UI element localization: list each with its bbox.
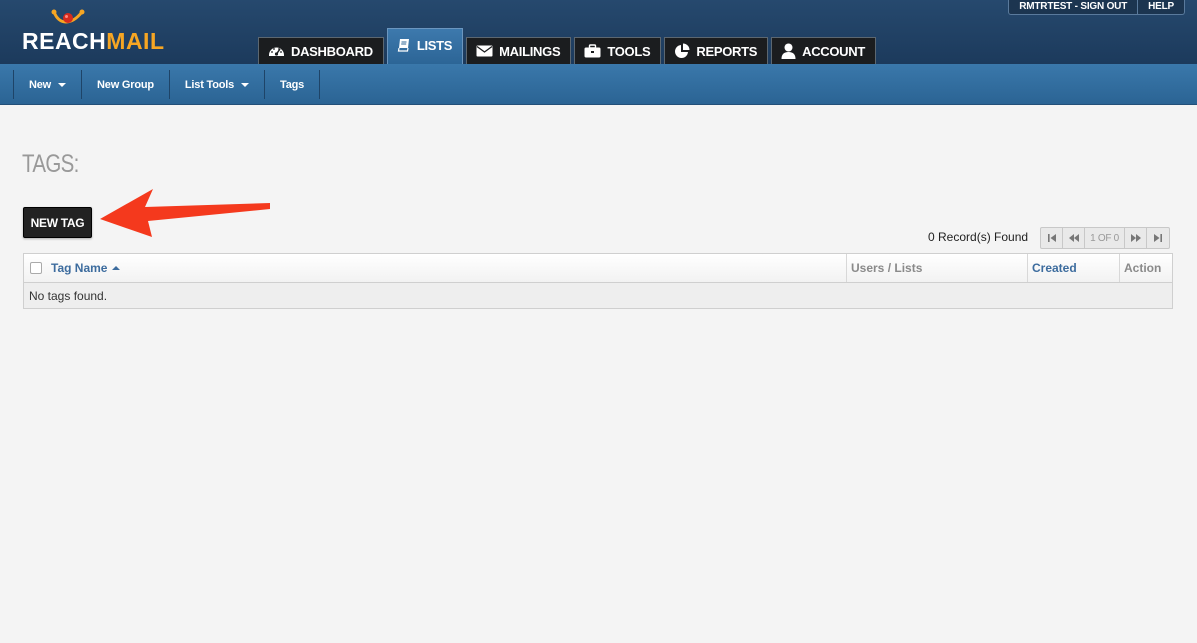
new-tag-button[interactable]: NEW TAG bbox=[23, 207, 92, 238]
next-page-button[interactable] bbox=[1125, 228, 1147, 248]
tab-tools[interactable]: TOOLS bbox=[574, 37, 662, 64]
last-page-icon bbox=[1154, 234, 1162, 242]
book-icon bbox=[397, 39, 409, 52]
record-count: 0 Record(s) Found bbox=[928, 230, 1029, 244]
column-tag-name-label: Tag Name bbox=[51, 261, 108, 275]
logo-reach-text: REACH bbox=[22, 28, 107, 54]
subnav-new-group[interactable]: New Group bbox=[82, 70, 170, 99]
envelope-icon bbox=[476, 45, 493, 57]
logo-mail-text: MAIL bbox=[106, 28, 165, 54]
empty-message: No tags found. bbox=[24, 283, 1172, 308]
red-arrow-annotation-icon bbox=[100, 189, 270, 237]
first-page-icon bbox=[1047, 234, 1056, 242]
tab-reports[interactable]: REPORTS bbox=[664, 37, 769, 64]
user-icon bbox=[781, 43, 796, 59]
column-action: Action bbox=[1124, 261, 1162, 275]
subnav-new-label: New bbox=[29, 78, 52, 91]
table-header: Tag Name Users / Lists Created Action bbox=[24, 254, 1172, 283]
tab-dashboard[interactable]: DASHBOARD bbox=[258, 37, 384, 64]
sign-out-link[interactable]: RMTRTEST - SIGN OUT bbox=[1008, 0, 1139, 15]
utility-links: RMTRTEST - SIGN OUT HELP bbox=[1008, 0, 1185, 15]
select-all-checkbox[interactable] bbox=[30, 262, 42, 274]
column-users-lists[interactable]: Users / Lists bbox=[847, 254, 1028, 282]
reachmail-logo[interactable]: REACHMAIL bbox=[22, 30, 165, 53]
caret-down-icon bbox=[58, 82, 67, 87]
subnav-list-tools[interactable]: List Tools bbox=[170, 70, 266, 99]
subnav-tags-label: Tags bbox=[280, 78, 305, 91]
tab-mailings[interactable]: MAILINGS bbox=[466, 37, 572, 64]
subnav-new-group-label: New Group bbox=[97, 78, 154, 91]
fast-forward-icon bbox=[1130, 234, 1141, 242]
tab-account-label: ACCOUNT bbox=[802, 43, 866, 59]
tab-tools-label: TOOLS bbox=[607, 43, 651, 59]
help-link[interactable]: HELP bbox=[1138, 0, 1185, 15]
caret-down-icon bbox=[241, 82, 250, 87]
rewind-icon bbox=[1068, 234, 1079, 242]
sub-navigation: New New Group List Tools Tags bbox=[0, 64, 1197, 105]
dashboard-icon bbox=[269, 47, 284, 56]
top-header: REACHMAIL RMTRTEST - SIGN OUT HELP DASHB… bbox=[0, 0, 1197, 64]
column-created[interactable]: Created bbox=[1028, 254, 1120, 282]
first-page-button[interactable] bbox=[1041, 228, 1063, 248]
tab-mailings-label: MAILINGS bbox=[499, 43, 561, 59]
tab-lists[interactable]: LISTS bbox=[386, 28, 464, 64]
subnav-tags[interactable]: Tags bbox=[265, 70, 321, 99]
tab-dashboard-label: DASHBOARD bbox=[291, 43, 373, 59]
page-info: 1 OF 0 bbox=[1085, 228, 1125, 248]
pagination: 1 OF 0 bbox=[1040, 227, 1170, 249]
last-page-button[interactable] bbox=[1147, 228, 1169, 248]
column-tag-name[interactable]: Tag Name bbox=[24, 254, 847, 282]
briefcase-icon bbox=[584, 44, 601, 58]
subnav-new[interactable]: New bbox=[14, 70, 83, 99]
page-title: TAGS: bbox=[22, 150, 79, 178]
tab-reports-label: REPORTS bbox=[696, 43, 758, 59]
sort-ascending-icon bbox=[112, 266, 121, 270]
tab-lists-label: LISTS bbox=[416, 38, 453, 53]
subnav-list-tools-label: List Tools bbox=[184, 78, 235, 91]
pie-chart-icon bbox=[675, 43, 690, 58]
main-tabs: DASHBOARD LISTS MAILINGS TOOLS REPORTS A… bbox=[258, 28, 879, 64]
tags-table: Tag Name Users / Lists Created Action No… bbox=[23, 253, 1173, 309]
tab-account[interactable]: ACCOUNT bbox=[771, 37, 877, 64]
previous-page-button[interactable] bbox=[1063, 228, 1085, 248]
